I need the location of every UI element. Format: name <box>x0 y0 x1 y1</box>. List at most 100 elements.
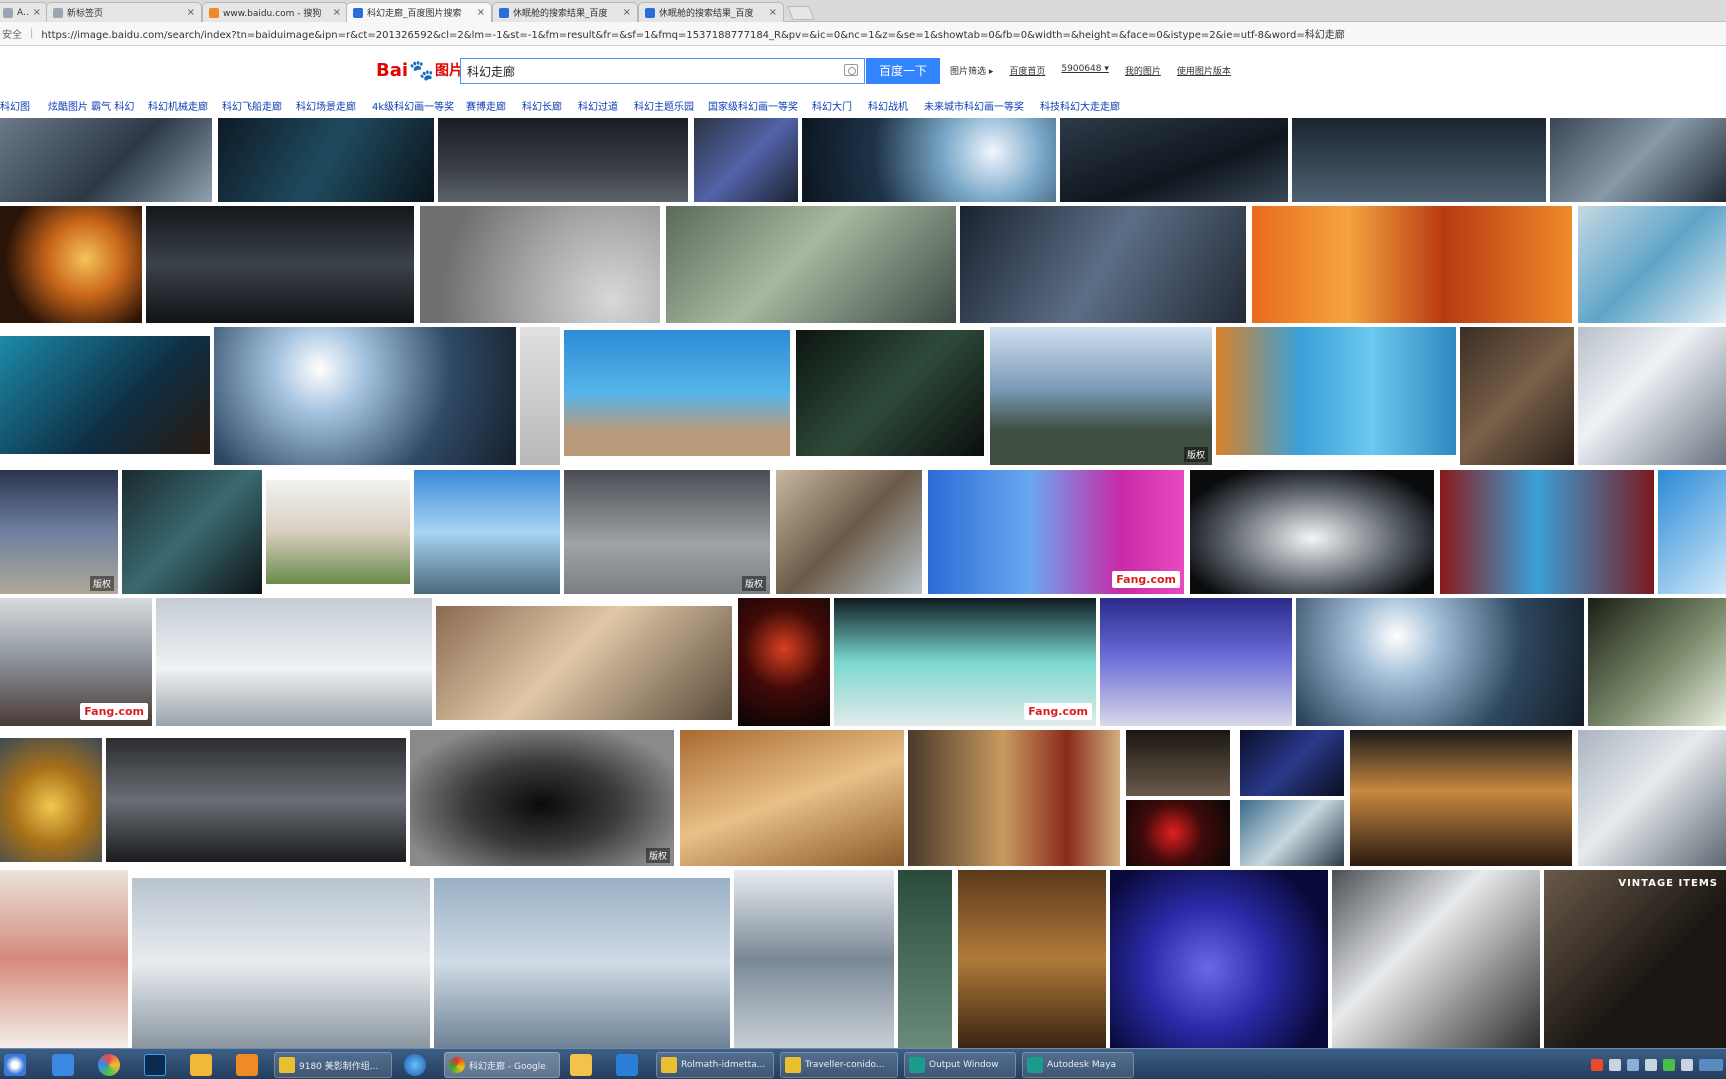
related-keyword[interactable]: 科幻长廊 <box>522 98 562 113</box>
related-keyword[interactable]: 4k级科幻画一等奖 <box>372 98 454 113</box>
filter-link[interactable]: 图片筛选 ▸ <box>950 64 993 77</box>
start-icon[interactable] <box>4 1054 26 1076</box>
result-image[interactable] <box>414 470 560 594</box>
tray-icon[interactable] <box>1627 1059 1639 1071</box>
result-image[interactable] <box>1578 730 1726 866</box>
result-image[interactable] <box>1350 730 1572 866</box>
folder-icon[interactable] <box>190 1054 212 1076</box>
result-image[interactable] <box>1588 598 1726 726</box>
result-image[interactable]: 版权 <box>564 470 770 594</box>
result-image[interactable] <box>436 606 732 720</box>
sogou-icon[interactable] <box>236 1054 258 1076</box>
result-image[interactable] <box>958 870 1106 1048</box>
result-image[interactable] <box>266 480 410 584</box>
result-image[interactable]: 版权 <box>990 327 1212 465</box>
taskbar-button[interactable]: Output Window <box>904 1052 1016 1078</box>
result-image[interactable] <box>738 598 830 726</box>
result-image[interactable] <box>1296 598 1584 726</box>
camera-icon[interactable] <box>844 64 858 76</box>
network-status-icon[interactable] <box>1663 1059 1675 1071</box>
baidu-logo[interactable]: Bai 🐾 图片 <box>376 56 463 84</box>
result-image[interactable]: Fang.com <box>834 598 1096 726</box>
ie-icon[interactable] <box>404 1054 426 1076</box>
image-version-link[interactable]: 使用图片版本 <box>1177 64 1231 77</box>
result-image[interactable] <box>1578 206 1726 323</box>
close-icon[interactable]: × <box>623 7 631 18</box>
related-keyword[interactable]: 炫酷图片 霸气 科幻 <box>48 98 134 113</box>
close-icon[interactable]: × <box>187 7 195 18</box>
taskbar-button[interactable]: Autodesk Maya <box>1022 1052 1134 1078</box>
related-keyword[interactable]: 科技科幻大走走廊 <box>1040 98 1120 113</box>
address-bar[interactable]: 安全 | https://image.baidu.com/search/inde… <box>0 22 1726 46</box>
my-images-link[interactable]: 我的图片 <box>1125 64 1161 77</box>
result-image[interactable] <box>1126 800 1230 866</box>
result-image[interactable]: VINTAGE ITEMS <box>1544 870 1726 1048</box>
result-image[interactable] <box>1252 206 1572 323</box>
result-image[interactable] <box>146 206 414 323</box>
volume-icon[interactable] <box>1681 1059 1693 1071</box>
related-keyword[interactable]: 科幻过道 <box>578 98 618 113</box>
related-keyword[interactable]: 未来城市科幻画一等奖 <box>924 98 1024 113</box>
related-keyword[interactable]: 科幻机械走廊 <box>148 98 208 113</box>
related-keyword[interactable]: 赛博走廊 <box>466 98 506 113</box>
result-image[interactable] <box>1460 327 1574 465</box>
result-image[interactable] <box>776 470 922 594</box>
tab-hibernation-pod[interactable]: 休眠舱的搜索结果_百度 × <box>492 2 638 22</box>
result-image[interactable] <box>0 870 128 1048</box>
result-image[interactable] <box>908 730 1120 866</box>
result-image[interactable] <box>666 206 956 323</box>
color-wheel-icon[interactable] <box>98 1054 120 1076</box>
photoshop-icon[interactable] <box>144 1054 166 1076</box>
new-tab-button[interactable] <box>787 6 815 20</box>
tab-scifi-corridor[interactable]: 科幻走廊_百度图片搜索 × <box>346 2 492 22</box>
tray-icon[interactable] <box>1609 1059 1621 1071</box>
tab-hibernation-pod-2[interactable]: 休眠舱的搜索结果_百度 × <box>638 2 784 22</box>
related-keyword[interactable]: 科幻图 <box>0 98 30 113</box>
result-image[interactable]: 版权 <box>410 730 674 866</box>
result-image[interactable] <box>0 738 102 862</box>
result-image[interactable] <box>1100 598 1292 726</box>
result-image[interactable] <box>802 118 1056 202</box>
url-text[interactable]: https://image.baidu.com/search/index?tn=… <box>41 26 1344 41</box>
related-keyword[interactable]: 科幻大门 <box>812 98 852 113</box>
sogou-ime-icon[interactable] <box>1591 1059 1603 1071</box>
result-image[interactable] <box>122 470 262 594</box>
result-image[interactable] <box>1240 800 1344 866</box>
result-image[interactable] <box>0 336 210 454</box>
result-image[interactable] <box>434 878 730 1048</box>
result-image[interactable] <box>960 206 1246 323</box>
taskbar-button[interactable]: 9180 美影制作组... <box>274 1052 392 1078</box>
result-image[interactable] <box>680 730 904 866</box>
tab-baidu[interactable]: www.baidu.com - 搜狗 × <box>202 2 348 22</box>
result-image[interactable] <box>214 327 516 465</box>
related-keyword[interactable]: 科幻场景走廊 <box>296 98 356 113</box>
result-image[interactable] <box>1060 118 1288 202</box>
result-image[interactable] <box>132 878 430 1048</box>
clock[interactable] <box>1699 1059 1723 1071</box>
close-icon[interactable]: × <box>769 7 777 18</box>
close-icon[interactable]: × <box>333 7 341 18</box>
result-image[interactable] <box>898 870 952 1048</box>
result-image[interactable]: 版权 <box>0 470 118 594</box>
result-image[interactable] <box>438 118 688 202</box>
result-image[interactable] <box>1110 870 1328 1048</box>
related-keyword[interactable]: 科幻飞船走廊 <box>222 98 282 113</box>
tab-new-tab[interactable]: 新标签页 × <box>46 2 202 22</box>
taskbar-button[interactable]: Traveller-conido... <box>780 1052 898 1078</box>
result-image[interactable] <box>1190 470 1434 594</box>
related-keyword[interactable]: 科幻战机 <box>868 98 908 113</box>
result-image[interactable] <box>734 870 894 1048</box>
result-image[interactable] <box>564 330 790 456</box>
close-icon[interactable]: × <box>477 7 485 18</box>
result-image[interactable] <box>1126 730 1230 796</box>
result-image[interactable] <box>0 118 212 202</box>
result-image[interactable] <box>1578 327 1726 465</box>
baidu-home-link[interactable]: 百度首页 <box>1009 64 1045 77</box>
related-keyword[interactable]: 科幻主题乐园 <box>634 98 694 113</box>
feather-icon[interactable] <box>52 1054 74 1076</box>
result-image[interactable]: Fang.com <box>0 598 152 726</box>
result-image[interactable] <box>1240 730 1344 796</box>
result-image[interactable]: Fang.com <box>928 470 1184 594</box>
search-input[interactable] <box>461 59 821 83</box>
tray-icon[interactable] <box>1645 1059 1657 1071</box>
